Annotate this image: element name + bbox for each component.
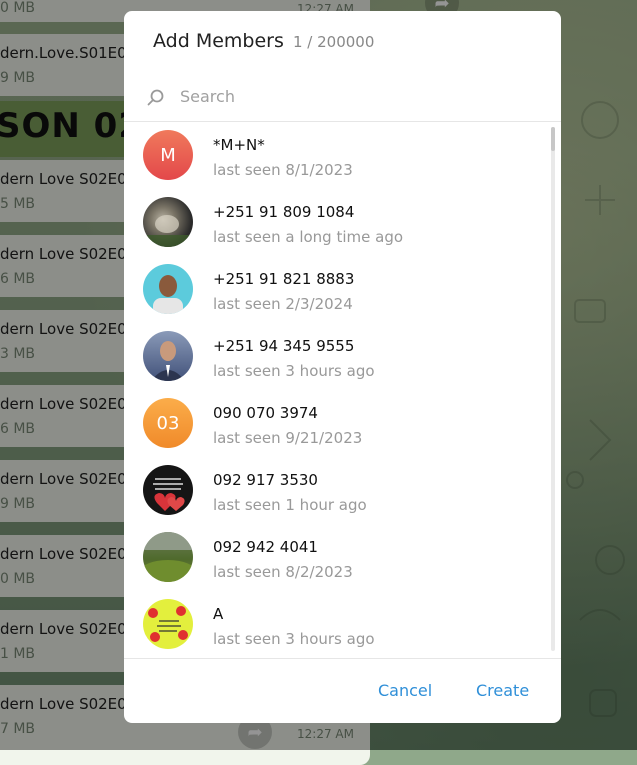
- contact-name: 092 917 3530: [213, 471, 318, 489]
- search-icon: [147, 89, 164, 106]
- avatar: [143, 599, 193, 649]
- contact-status: last seen 8/2/2023: [213, 563, 353, 581]
- dialog-header: Add Members 1 / 200000: [124, 11, 561, 73]
- avatar-initials: 03: [156, 412, 180, 434]
- contact-name: +251 91 821 8883: [213, 270, 355, 288]
- photo-avatar-icon: [148, 606, 188, 642]
- contact-name: 092 942 4041: [213, 538, 318, 556]
- create-button[interactable]: Create: [476, 681, 529, 700]
- contact-status: last seen 8/1/2023: [213, 161, 353, 179]
- contact-row[interactable]: M *M+N* last seen 8/1/2023: [124, 122, 544, 189]
- contact-status: last seen a long time ago: [213, 228, 404, 246]
- contact-name: 090 070 3974: [213, 404, 318, 422]
- contact-row[interactable]: +251 91 821 8883 last seen 2/3/2024: [124, 256, 544, 323]
- search-input[interactable]: [180, 83, 520, 109]
- avatar: [143, 465, 193, 515]
- scrollbar-thumb[interactable]: [551, 127, 555, 151]
- search-bar: [124, 73, 561, 122]
- contact-list: M *M+N* last seen 8/1/2023 +251 91 809 1…: [124, 122, 561, 658]
- member-count: 1 / 200000: [293, 33, 375, 51]
- contact-status: last seen 2/3/2024: [213, 295, 353, 313]
- contact-row[interactable]: 092 942 4041 last seen 8/2/2023: [124, 524, 544, 591]
- photo-avatar-icon: [143, 532, 193, 582]
- avatar: [143, 197, 193, 247]
- contact-row[interactable]: +251 94 345 9555 last seen 3 hours ago: [124, 323, 544, 390]
- contact-name: +251 94 345 9555: [213, 337, 355, 355]
- contact-list-scrollbar[interactable]: [551, 127, 555, 651]
- contact-status: last seen 1 hour ago: [213, 496, 367, 514]
- photo-avatar-icon: [151, 341, 185, 381]
- avatar: [143, 264, 193, 314]
- contact-row[interactable]: +251 91 809 1084 last seen a long time a…: [124, 189, 544, 256]
- add-members-dialog: Add Members 1 / 200000 M *M+N* last seen…: [124, 11, 561, 723]
- avatar: [143, 532, 193, 582]
- avatar: M: [143, 130, 193, 180]
- contact-row[interactable]: 092 917 3530 last seen 1 hour ago: [124, 457, 544, 524]
- contact-row[interactable]: A last seen 3 hours ago: [124, 591, 544, 658]
- contact-row[interactable]: 03 090 070 3974 last seen 9/21/2023: [124, 390, 544, 457]
- photo-avatar-icon: [143, 215, 193, 247]
- contact-name: *M+N*: [213, 136, 265, 154]
- dialog-title: Add Members: [153, 30, 284, 52]
- contact-name: +251 91 809 1084: [213, 203, 355, 221]
- photo-avatar-icon: [153, 275, 183, 314]
- contact-status: last seen 3 hours ago: [213, 630, 375, 648]
- avatar: 03: [143, 398, 193, 448]
- cancel-button[interactable]: Cancel: [378, 681, 432, 700]
- contact-status: last seen 9/21/2023: [213, 429, 363, 447]
- contact-name: A: [213, 605, 224, 623]
- photo-avatar-icon: [153, 478, 185, 511]
- avatar-initials: M: [160, 144, 176, 166]
- dialog-footer: Cancel Create: [124, 658, 561, 723]
- contact-status: last seen 3 hours ago: [213, 362, 375, 380]
- avatar: [143, 331, 193, 381]
